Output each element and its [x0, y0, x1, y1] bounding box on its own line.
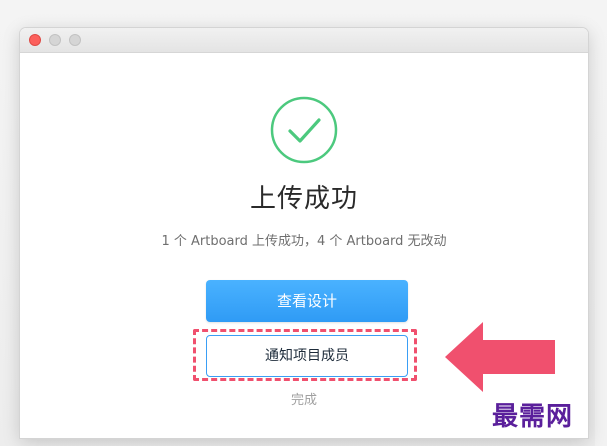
close-window-button[interactable] — [29, 34, 41, 46]
upload-summary-text: 1 个 Artboard 上传成功，4 个 Artboard 无改动 — [161, 234, 447, 249]
notify-members-button[interactable]: 通知项目成员 — [206, 335, 408, 377]
page-edge — [595, 150, 607, 446]
maximize-window-button[interactable] — [69, 34, 81, 46]
view-design-button[interactable]: 查看设计 — [206, 280, 408, 322]
window-titlebar — [20, 28, 588, 53]
page-title: 上传成功 — [249, 184, 358, 214]
watermark-text: 最需网 — [492, 402, 574, 432]
arrow-left-icon — [445, 322, 555, 392]
check-circle-icon — [270, 96, 338, 164]
minimize-window-button[interactable] — [49, 34, 61, 46]
